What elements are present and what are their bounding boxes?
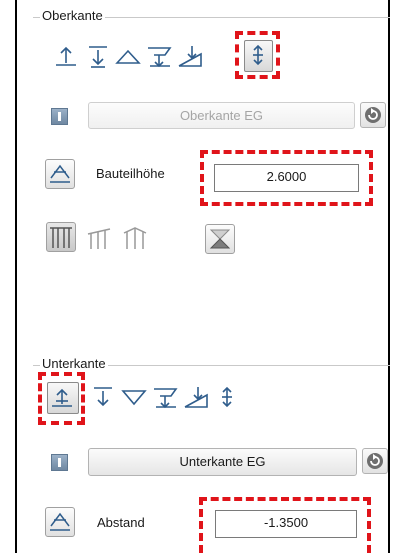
group-title-oberkante: Oberkante: [40, 8, 105, 23]
slope-down-icon[interactable]: [177, 43, 203, 69]
down-arrow-plane-icon[interactable]: [90, 384, 116, 410]
field-label-bauteilhoehe: Bauteilhöhe: [96, 166, 165, 181]
reset-button-upper[interactable]: [360, 102, 386, 128]
group-title-unterkante: Unterkante: [40, 356, 108, 371]
distance-input[interactable]: -1.3500: [215, 510, 357, 538]
slope-down-icon[interactable]: [183, 384, 209, 410]
double-arrow-vertical-icon[interactable]: [214, 384, 240, 410]
toggle-height-button[interactable]: [45, 159, 75, 189]
gable-roof-frame-icon[interactable]: [122, 225, 148, 251]
up-arrow-plane-icon[interactable]: [49, 384, 75, 410]
double-arrow-vertical-icon[interactable]: [245, 42, 271, 68]
triangle-down-icon[interactable]: [121, 384, 147, 410]
info-icon-lower[interactable]: [51, 454, 68, 471]
height-input[interactable]: 2.6000: [214, 164, 359, 192]
triangle-roof-icon[interactable]: [115, 43, 141, 69]
shed-roof-frame-icon[interactable]: [86, 225, 112, 251]
reference-button-lower[interactable]: Unterkante EG: [88, 448, 357, 476]
reset-button-lower[interactable]: [362, 448, 388, 474]
funnel-down-icon[interactable]: [146, 43, 172, 69]
down-arrow-plane-icon[interactable]: [85, 43, 111, 69]
funnel-down-icon[interactable]: [152, 384, 178, 410]
up-arrow-plane-icon[interactable]: [53, 43, 79, 69]
toggle-distance-button[interactable]: [45, 507, 75, 537]
hourglass-icon[interactable]: [205, 224, 235, 254]
reference-button-upper[interactable]: Oberkante EG: [88, 102, 355, 129]
flat-roof-frame-icon[interactable]: [46, 222, 76, 252]
info-icon-upper[interactable]: [51, 108, 68, 125]
field-label-abstand: Abstand: [97, 515, 145, 530]
